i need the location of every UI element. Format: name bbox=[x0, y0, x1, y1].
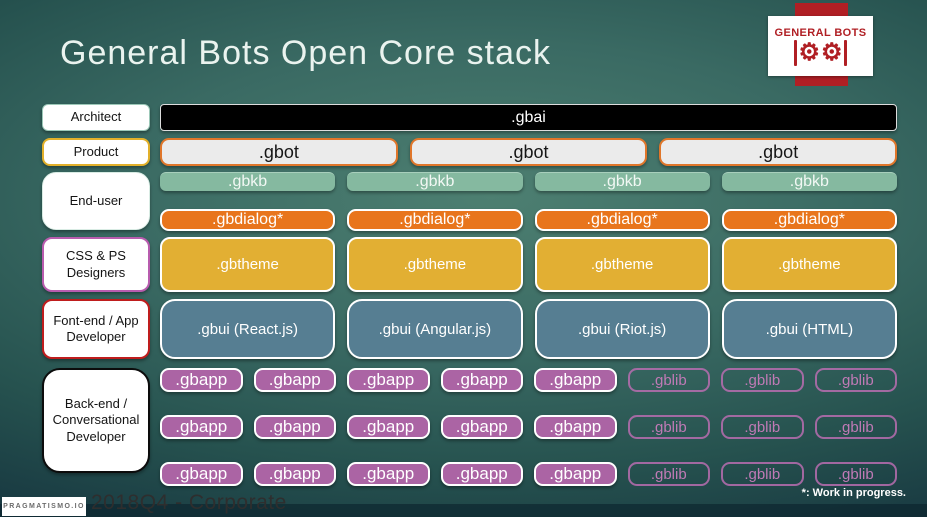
gbui-angular-box: .gbui (Angular.js) bbox=[347, 299, 523, 359]
gbapp-box: .gbapp bbox=[534, 462, 617, 486]
gbapp-box: .gbapp bbox=[440, 368, 523, 392]
gbapp-box: .gbapp bbox=[253, 415, 336, 439]
gear-icon: ⚙ ⚙ bbox=[794, 38, 847, 66]
gbtheme-box: .gbtheme bbox=[347, 237, 523, 292]
gbot-box: .gbot bbox=[409, 138, 648, 166]
gbapp-box: .gbapp bbox=[347, 368, 430, 392]
gbkb-box: .gbkb bbox=[347, 172, 523, 191]
gbdialog-row: .gbdialog* .gbdialog* .gbdialog* .gbdial… bbox=[160, 209, 897, 231]
row-label-architect: Architect bbox=[42, 104, 150, 131]
gbapp-box: .gbapp bbox=[534, 415, 617, 439]
gbapp-box: .gbapp bbox=[253, 368, 336, 392]
gbdialog-box: .gbdialog* bbox=[534, 209, 710, 231]
gbapp-box: .gbapp bbox=[347, 415, 430, 439]
gbapp-box: .gbapp bbox=[160, 415, 243, 439]
gbdialog-box: .gbdialog* bbox=[160, 209, 336, 231]
gbui-react-box: .gbui (React.js) bbox=[160, 299, 336, 359]
work-in-progress-note: *: Work in progress. bbox=[801, 487, 906, 499]
row-designers: CSS & PS Designers .gbtheme .gbtheme .gb… bbox=[42, 237, 897, 292]
row-label-designers: CSS & PS Designers bbox=[42, 237, 150, 292]
gbapp-gblib-row: .gbapp .gbapp .gbapp .gbapp .gbapp .gbli… bbox=[160, 462, 897, 486]
gbtheme-box: .gbtheme bbox=[721, 237, 897, 292]
pragmatismo-badge: PRAGMATISMO.IO bbox=[2, 497, 86, 516]
gbapp-gblib-row: .gbapp .gbapp .gbapp .gbapp .gbapp .gbli… bbox=[160, 368, 897, 392]
gbtheme-box: .gbtheme bbox=[534, 237, 710, 292]
row-backend: Back-end / Conversational Developer .gba… bbox=[42, 368, 897, 486]
gblib-box: .gblib bbox=[814, 368, 897, 392]
row-end-user: End-user .gbkb .gbkb .gbkb .gbkb .gbdial… bbox=[42, 172, 897, 231]
gbapp-box: .gbapp bbox=[534, 368, 617, 392]
gbapp-box: .gbapp bbox=[440, 462, 523, 486]
gbapp-box: .gbapp bbox=[253, 462, 336, 486]
row-architect: Architect .gbai bbox=[42, 104, 897, 131]
gbui-html-box: .gbui (HTML) bbox=[721, 299, 897, 359]
gblib-box: .gblib bbox=[814, 415, 897, 439]
gblib-box: .gblib bbox=[627, 415, 710, 439]
gbapp-gblib-row: .gbapp .gbapp .gbapp .gbapp .gbapp .gbli… bbox=[160, 415, 897, 439]
gbtheme-box: .gbtheme bbox=[160, 237, 336, 292]
page-title: General Bots Open Core stack bbox=[60, 34, 552, 72]
row-frontend: Font-end / App Developer .gbui (React.js… bbox=[42, 299, 897, 359]
gbapp-box: .gbapp bbox=[160, 368, 243, 392]
gblib-box: .gblib bbox=[721, 415, 804, 439]
gbapp-box: .gbapp bbox=[440, 415, 523, 439]
gbkb-box: .gbkb bbox=[721, 172, 897, 191]
gear-left-bar bbox=[794, 39, 798, 66]
row-label-end-user: End-user bbox=[42, 172, 150, 230]
gear-right-bar bbox=[843, 39, 847, 66]
row-label-frontend: Font-end / App Developer bbox=[42, 299, 150, 359]
gblib-box: .gblib bbox=[814, 462, 897, 486]
gblib-box: .gblib bbox=[721, 368, 804, 392]
row-label-backend: Back-end / Conversational Developer bbox=[42, 368, 150, 473]
general-bots-logo: GENERAL BOTS ⚙ ⚙ bbox=[768, 16, 873, 76]
gear-icon: ⚙ bbox=[798, 38, 820, 66]
row-label-product: Product bbox=[42, 138, 150, 166]
gbai-box: .gbai bbox=[160, 104, 897, 131]
gbapp-box: .gbapp bbox=[160, 462, 243, 486]
gear-icon: ⚙ bbox=[821, 38, 843, 66]
gbui-riot-box: .gbui (Riot.js) bbox=[534, 299, 710, 359]
row-product: Product .gbot .gbot .gbot bbox=[42, 138, 898, 166]
footer-caption: 2018Q4 - Corporate bbox=[91, 491, 287, 514]
gblib-box: .gblib bbox=[721, 462, 804, 486]
logo-brand-text: GENERAL BOTS bbox=[774, 26, 867, 39]
stack-diagram: Architect .gbai Product .gbot .gbot .gbo… bbox=[42, 104, 898, 486]
gbkb-box: .gbkb bbox=[160, 172, 336, 191]
gblib-box: .gblib bbox=[627, 462, 710, 486]
gbdialog-box: .gbdialog* bbox=[721, 209, 897, 231]
gbkb-row: .gbkb .gbkb .gbkb .gbkb bbox=[160, 172, 897, 191]
slide-canvas: General Bots Open Core stack GENERAL BOT… bbox=[0, 0, 927, 517]
gbkb-box: .gbkb bbox=[534, 172, 710, 191]
gbdialog-box: .gbdialog* bbox=[347, 209, 523, 231]
gbot-box: .gbot bbox=[659, 138, 898, 166]
gbapp-box: .gbapp bbox=[347, 462, 430, 486]
gblib-box: .gblib bbox=[627, 368, 710, 392]
gbot-box: .gbot bbox=[160, 138, 398, 166]
